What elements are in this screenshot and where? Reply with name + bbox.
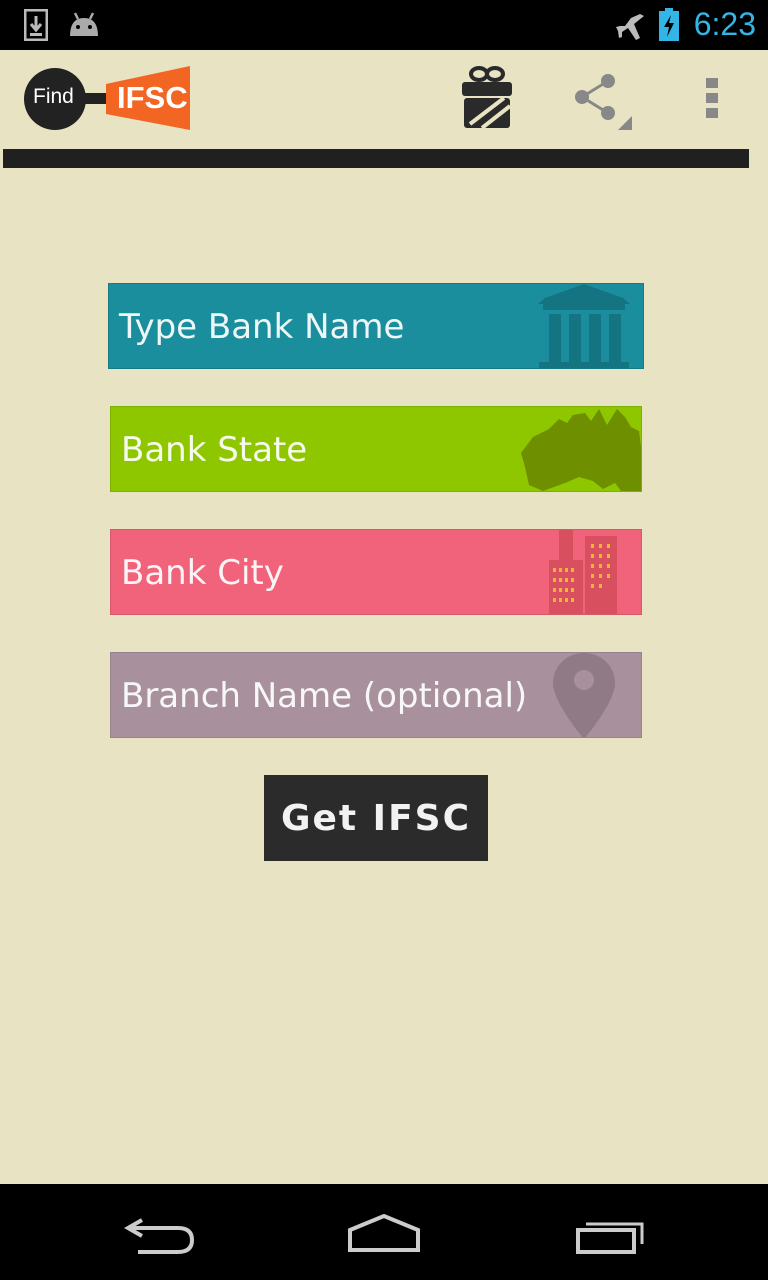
gift-icon[interactable] xyxy=(460,64,514,130)
get-ifsc-button[interactable]: Get IFSC xyxy=(264,775,488,861)
bank-name-placeholder: Type Bank Name xyxy=(119,307,405,347)
status-time: 6:23 xyxy=(693,6,756,42)
share-icon[interactable] xyxy=(572,74,634,132)
back-icon[interactable] xyxy=(124,1216,196,1254)
bank-building-icon xyxy=(538,284,630,368)
map-icon xyxy=(521,409,641,491)
android-icon xyxy=(70,12,98,36)
bank-city-input[interactable]: Bank City xyxy=(110,529,642,615)
home-icon[interactable] xyxy=(346,1214,422,1254)
city-buildings-icon xyxy=(549,530,617,614)
bank-state-placeholder: Bank State xyxy=(121,430,308,470)
overflow-menu-icon[interactable] xyxy=(704,76,720,120)
header-divider xyxy=(3,149,749,168)
bank-name-input[interactable]: Type Bank Name xyxy=(108,283,644,369)
action-bar: Find IFSC xyxy=(0,50,768,146)
bank-state-input[interactable]: Bank State xyxy=(110,406,642,492)
recent-apps-icon[interactable] xyxy=(574,1216,646,1254)
logo-ifsc-text: IFSC xyxy=(117,80,188,115)
logo-find-text: Find xyxy=(33,85,74,108)
battery-charging-icon xyxy=(659,8,679,41)
airplane-mode-icon xyxy=(616,14,644,40)
download-icon xyxy=(24,9,48,41)
app-logo[interactable]: Find IFSC xyxy=(24,66,194,132)
branch-name-input[interactable]: Branch Name (optional) xyxy=(110,652,642,738)
location-pin-icon xyxy=(553,653,615,737)
branch-name-placeholder: Branch Name (optional) xyxy=(121,676,528,716)
bank-city-placeholder: Bank City xyxy=(121,553,284,593)
navigation-bar xyxy=(0,1184,768,1280)
status-bar: 6:23 xyxy=(0,0,768,50)
